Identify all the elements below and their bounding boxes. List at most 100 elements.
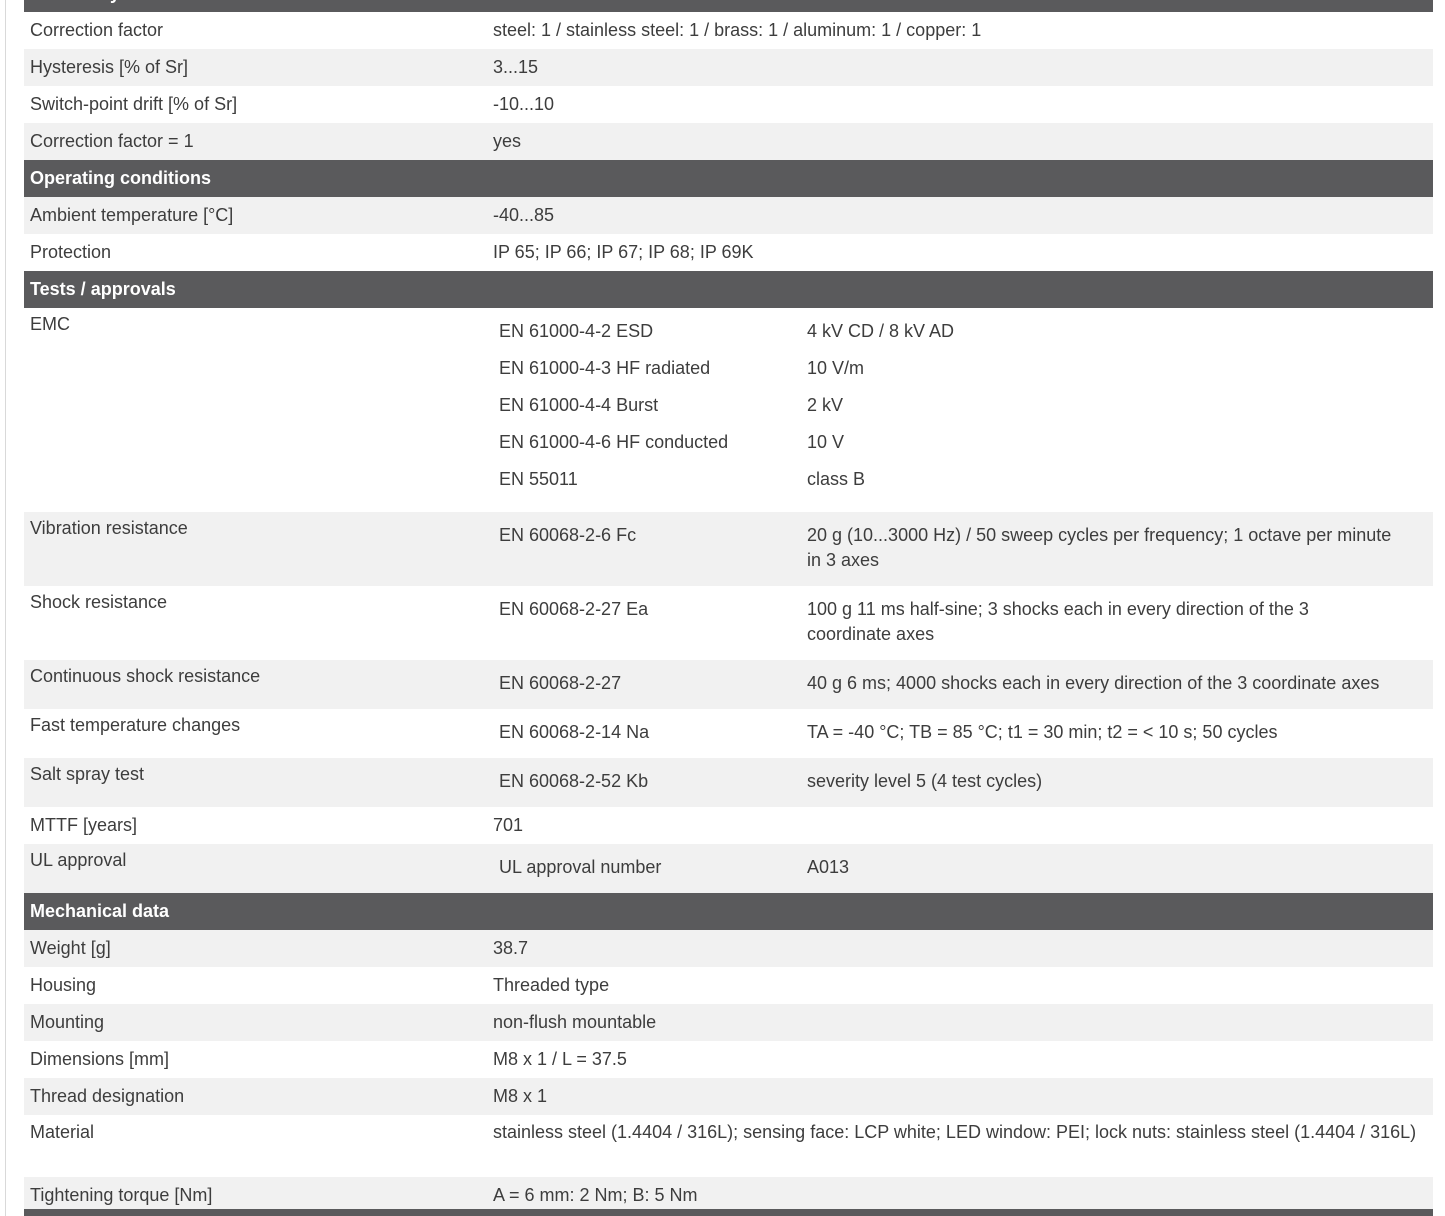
spec-row-correction-factor: Correction factor steel: 1 / stainless s… [24,12,1433,49]
spec-row-material: Material stainless steel (1.4404 / 316L)… [24,1115,1433,1177]
spec-label: Housing [30,975,97,995]
test-result: A013 [807,857,850,877]
spec-row-dimensions: Dimensions [mm] M8 x 1 / L = 37.5 [24,1041,1433,1078]
spec-row-continuous-shock-resistance: Continuous shock resistance EN 60068-2-2… [24,660,1433,709]
spec-row-protection: Protection IP 65; IP 66; IP 67; IP 68; I… [24,234,1433,271]
emc-test-row: EN 61000-4-3 HF radiated 10 V/m [499,350,1413,387]
spec-label: Continuous shock resistance [30,666,261,686]
spec-row-vibration-resistance: Vibration resistance EN 60068-2-6 Fc 20 … [24,512,1433,586]
section-header-tests-approvals: Tests / approvals [24,271,1433,308]
test-standard: UL approval number [499,857,662,877]
test-standard: EN 61000-4-2 ESD [499,321,654,341]
spec-row-thread-designation: Thread designation M8 x 1 [24,1078,1433,1115]
spec-value: non-flush mountable [493,1012,657,1032]
section-title: Sensitivity [30,0,120,12]
spec-label: Hysteresis [% of Sr] [30,57,189,77]
spec-row-shock-resistance: Shock resistance EN 60068-2-27 Ea 100 g … [24,586,1433,660]
section-header-operating-conditions: Operating conditions [24,160,1433,197]
spec-label: Correction factor = 1 [30,131,194,151]
test-detail: EN 60068-2-6 Fc 20 g (10...3000 Hz) / 50… [499,512,1413,573]
spec-label: Mounting [30,1012,105,1032]
spec-row-switch-point-drift: Switch-point drift [% of Sr] -10...10 [24,86,1433,123]
spec-row-mttf: MTTF [years] 701 [24,807,1433,844]
emc-test-row: EN 61000-4-4 Burst 2 kV [499,387,1413,424]
spec-value: 3...15 [493,57,539,77]
spec-label: Dimensions [mm] [30,1049,170,1069]
spec-row-salt-spray-test: Salt spray test EN 60068-2-52 Kb severit… [24,758,1433,807]
test-detail-row: EN 60068-2-14 Na TA = -40 °C; TB = 85 °C… [499,714,1413,751]
test-standard: EN 61000-4-4 Burst [499,395,659,415]
spec-value: Threaded type [493,975,610,995]
test-result: 100 g 11 ms half-sine; 3 shocks each in … [807,599,1309,644]
test-standard: EN 60068-2-14 Na [499,722,650,742]
test-standard: EN 61000-4-6 HF conducted [499,432,729,452]
test-result: 40 g 6 ms; 4000 shocks each in every dir… [807,673,1380,693]
test-detail-row: EN 60068-2-27 Ea 100 g 11 ms half-sine; … [499,591,1413,647]
spec-row-weight: Weight [g] 38.7 [24,930,1433,967]
spec-value: IP 65; IP 66; IP 67; IP 68; IP 69K [493,242,754,262]
spec-label: UL approval [30,850,127,870]
test-standard: EN 61000-4-3 HF radiated [499,358,711,378]
test-standard: EN 60068-2-27 [499,673,622,693]
test-detail-row: UL approval number A013 [499,849,1413,886]
next-section-header-edge [24,1209,1433,1216]
spec-label: Vibration resistance [30,518,188,538]
emc-test-row: EN 61000-4-6 HF conducted 10 V [499,424,1413,461]
test-result: 10 V [807,432,845,452]
spec-row-ul-approval: UL approval UL approval number A013 [24,844,1433,893]
spec-label: EMC [30,314,70,334]
test-standard: EN 60068-2-27 Ea [499,599,649,619]
test-result: class B [807,469,866,489]
spec-table: Sensitivity Correction factor steel: 1 /… [24,0,1433,1214]
spec-row-correction-factor-1: Correction factor = 1 yes [24,123,1433,160]
spec-label: Thread designation [30,1086,185,1106]
spec-value: M8 x 1 / L = 37.5 [493,1049,627,1069]
spec-label: Protection [30,242,112,262]
test-result: severity level 5 (4 test cycles) [807,771,1043,791]
spec-value: M8 x 1 [493,1086,548,1106]
spec-label: Weight [g] [30,938,111,958]
spec-value: 701 [493,815,524,835]
test-detail-row: EN 60068-2-27 40 g 6 ms; 4000 shocks eac… [499,665,1413,702]
page-left-border [5,0,6,1216]
test-result: 10 V/m [807,358,865,378]
test-result: TA = -40 °C; TB = 85 °C; t1 = 30 min; t2… [807,722,1278,742]
test-detail-row: EN 60068-2-52 Kb severity level 5 (4 tes… [499,763,1413,800]
spec-row-ambient-temperature: Ambient temperature [°C] -40...85 [24,197,1433,234]
spec-row-mounting: Mounting non-flush mountable [24,1004,1433,1041]
test-result: 4 kV CD / 8 kV AD [807,321,955,341]
spec-value: yes [493,131,522,151]
spec-value: -40...85 [493,205,555,225]
test-detail: EN 60068-2-27 Ea 100 g 11 ms half-sine; … [499,586,1413,647]
spec-row-fast-temperature-changes: Fast temperature changes EN 60068-2-14 N… [24,709,1433,758]
spec-value: -10...10 [493,94,555,114]
spec-row-housing: Housing Threaded type [24,967,1433,1004]
spec-label: Ambient temperature [°C] [30,205,234,225]
test-standard: EN 60068-2-52 Kb [499,771,649,791]
section-title: Mechanical data [30,901,170,921]
test-detail: EN 60068-2-52 Kb severity level 5 (4 tes… [499,758,1413,800]
test-standard: EN 55011 [499,469,578,489]
spec-label: Switch-point drift [% of Sr] [30,94,238,114]
spec-label: Material [30,1122,95,1142]
spec-value: 38.7 [493,938,529,958]
spec-label: MTTF [years] [30,815,137,835]
section-title: Operating conditions [30,168,212,188]
test-detail-row: EN 60068-2-6 Fc 20 g (10...3000 Hz) / 50… [499,517,1413,573]
test-result: 20 g (10...3000 Hz) / 50 sweep cycles pe… [807,525,1392,570]
test-standard: EN 60068-2-6 Fc [499,525,637,545]
emc-test-row: EN 61000-4-2 ESD 4 kV CD / 8 kV AD [499,313,1413,350]
spec-label: Fast temperature changes [30,715,241,735]
spec-value: steel: 1 / stainless steel: 1 / brass: 1… [493,20,982,40]
spec-label: Salt spray test [30,764,145,784]
test-detail: EN 60068-2-27 40 g 6 ms; 4000 shocks eac… [499,660,1413,702]
test-detail: EN 60068-2-14 Na TA = -40 °C; TB = 85 °C… [499,709,1413,751]
spec-label: Shock resistance [30,592,168,612]
emc-test-row: EN 55011 class B [499,461,1413,498]
spec-row-hysteresis: Hysteresis [% of Sr] 3...15 [24,49,1433,86]
test-result: 2 kV [807,395,844,415]
spec-row-emc: EMC EN 61000-4-2 ESD 4 kV CD / 8 kV AD E… [24,308,1433,512]
spec-value: stainless steel (1.4404 / 316L); sensing… [493,1122,1417,1142]
section-title: Tests / approvals [30,279,176,299]
spec-label: Correction factor [30,20,164,40]
